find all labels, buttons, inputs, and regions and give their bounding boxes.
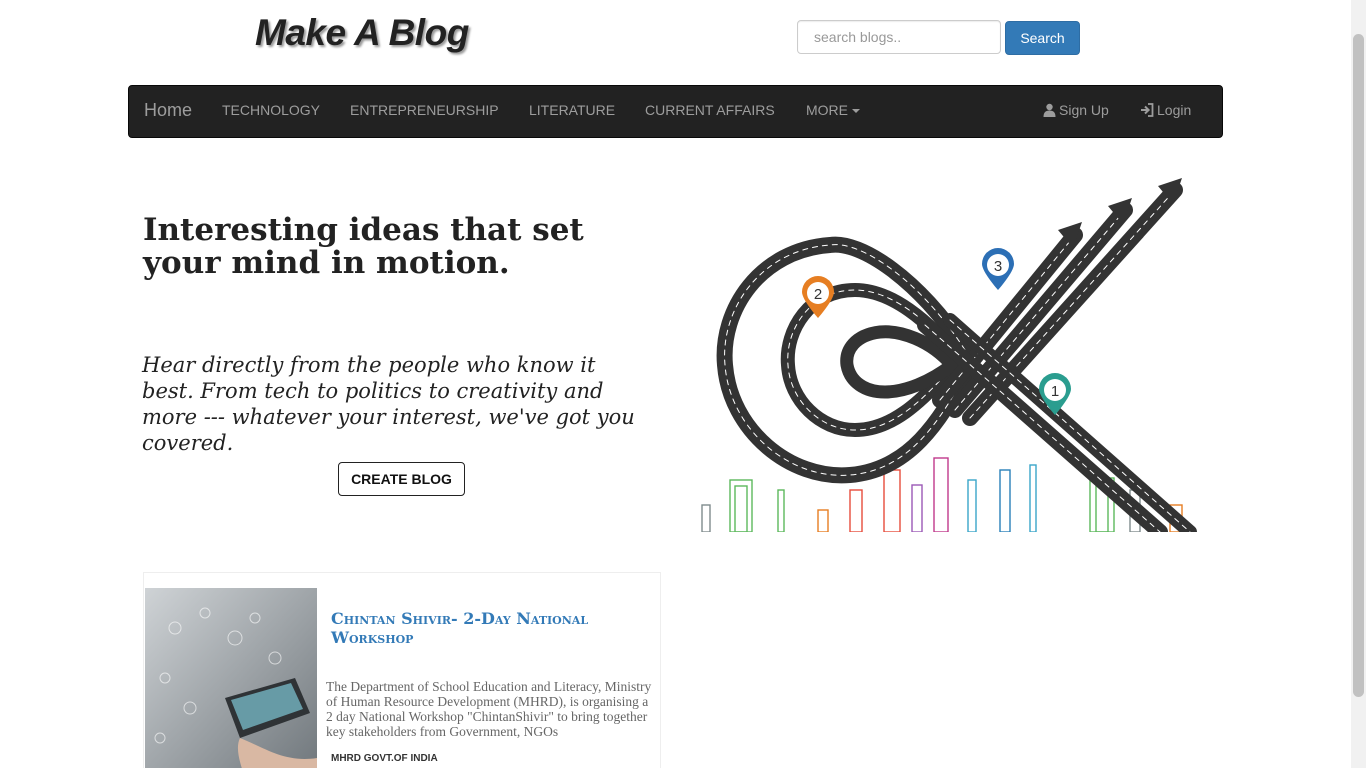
create-blog-button[interactable]: CREATE BLOG [338, 462, 465, 496]
nav-technology[interactable]: TECHNOLOGY [222, 86, 320, 137]
search-input[interactable] [797, 20, 1001, 54]
hero-subtitle: Hear directly from the people who know i… [142, 353, 635, 455]
nav-entrepreneurship[interactable]: ENTREPRENEURSHIP [350, 86, 499, 137]
search-button[interactable]: Search [1005, 21, 1080, 55]
marker-3-label: 3 [994, 258, 1002, 275]
user-icon [1043, 103, 1056, 117]
blog-card[interactable]: Chintan Shivir- 2-Day National Workshop … [143, 572, 661, 768]
roads [716, 182, 1197, 532]
navbar: Home TECHNOLOGY ENTREPRENEURSHIP LITERAT… [128, 85, 1223, 138]
login-icon [1141, 103, 1154, 117]
page: Make A Blog Search Home TECHNOLOGY ENTRE… [0, 0, 1366, 768]
caret-down-icon [852, 109, 860, 114]
nav-home[interactable]: Home [144, 86, 192, 137]
map-marker-3: 3 [982, 248, 1014, 290]
login-label: Login [1157, 102, 1192, 118]
nav-signup[interactable]: Sign Up [1043, 86, 1109, 137]
blog-thumbnail [145, 588, 317, 768]
marker-2-label: 2 [814, 286, 822, 303]
vertical-scrollbar[interactable] [1351, 0, 1366, 768]
marker-1-label: 1 [1051, 383, 1059, 400]
site-title[interactable]: Make A Blog [255, 12, 469, 54]
nav-more-label: MORE [806, 102, 848, 118]
nav-more-dropdown[interactable]: MORE [806, 86, 860, 137]
blog-title[interactable]: Chintan Shivir- 2-Day National Workshop [331, 609, 631, 647]
road-infinity-illustration: 2 3 1 [701, 178, 1197, 532]
signup-label: Sign Up [1059, 102, 1109, 118]
scrollbar-thumb[interactable] [1353, 34, 1364, 697]
hero-title: Interesting ideas that set your mind in … [143, 212, 584, 281]
nav-literature[interactable]: LITERATURE [529, 86, 615, 137]
nav-login[interactable]: Login [1140, 86, 1191, 137]
blog-excerpt: The Department of School Education and L… [326, 679, 652, 739]
blog-author: MHRD GOVT.OF INDIA [331, 753, 438, 764]
nav-current-affairs[interactable]: CURRENT AFFAIRS [645, 86, 775, 137]
